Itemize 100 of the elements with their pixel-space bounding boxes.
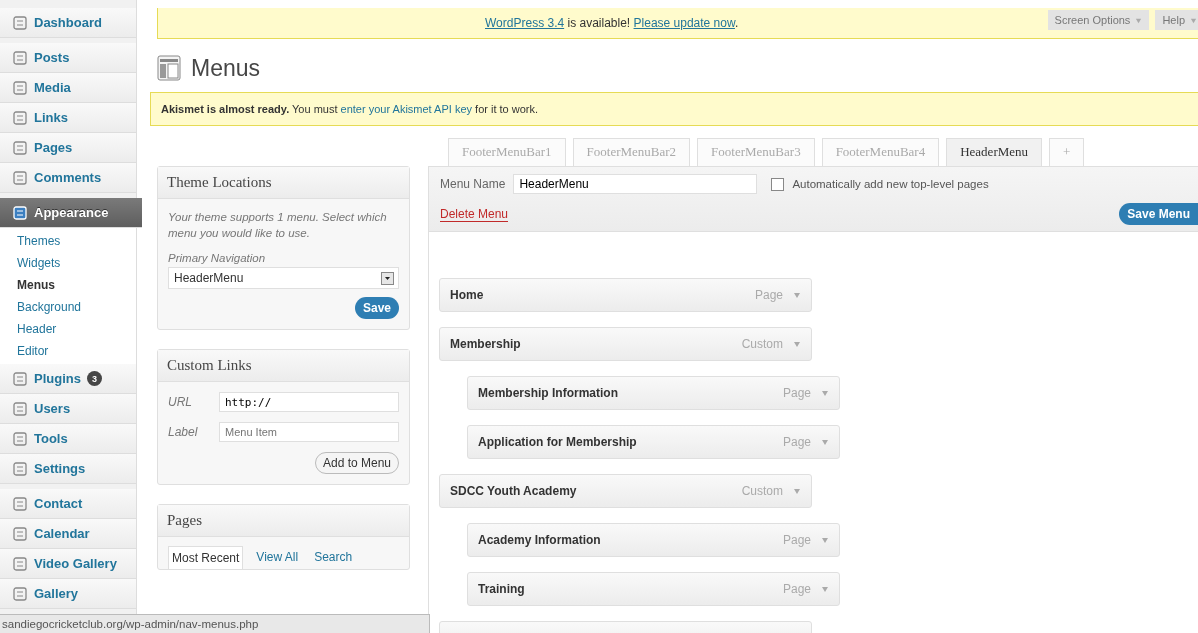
sidebar-item[interactable]: Calendar: [0, 519, 136, 549]
caret-icon[interactable]: [821, 536, 829, 544]
menu-item-bar[interactable]: SDCC Youth Academy Custom: [439, 474, 812, 508]
sidebar-item[interactable]: Tools: [0, 424, 136, 454]
menu-icon: [12, 14, 28, 31]
save-button[interactable]: Save: [354, 297, 399, 319]
menu-item-bar[interactable]: Training Page: [467, 572, 840, 606]
caret-icon[interactable]: [793, 340, 801, 348]
menu-item-bar[interactable]: Home Page: [439, 278, 812, 312]
caret-icon: [1190, 16, 1197, 24]
count-badge: 3: [86, 371, 102, 386]
sidebar-item[interactable]: Users: [0, 394, 136, 424]
menu-icon: [12, 204, 28, 221]
menu-item-title: Membership Information: [478, 386, 619, 400]
panel-title: Pages: [158, 505, 409, 537]
menu-name-field[interactable]: HeaderMenu: [513, 174, 758, 194]
menu-item-bar[interactable]: Application for Membership Page: [467, 425, 840, 459]
caret-icon: [1135, 16, 1143, 24]
menu-icon: [12, 460, 28, 477]
sidebar-item[interactable]: Links: [0, 103, 136, 133]
caret-icon[interactable]: [793, 487, 801, 495]
delete-menu-link[interactable]: Delete Menu: [440, 206, 509, 222]
menu-icon: [12, 525, 28, 542]
panel-tab[interactable]: Search: [311, 546, 356, 569]
menu-icon: [12, 79, 28, 96]
page-title: Menus: [191, 54, 261, 82]
menu-item-bar[interactable]: Academy Information Page: [467, 523, 840, 557]
menu-icon: [12, 555, 28, 572]
menu-icon: [12, 400, 28, 417]
submenu-item[interactable]: Menus: [0, 274, 136, 296]
menu-select[interactable]: HeaderMenu: [168, 267, 399, 289]
menu-icon: [12, 109, 28, 126]
item-type: Page: [782, 435, 811, 449]
screen-meta-tab[interactable]: Screen Options: [1047, 10, 1150, 30]
field-label: Label: [168, 425, 199, 439]
layout-icon: [157, 55, 181, 81]
item-type: Page: [754, 288, 783, 302]
menu-item-title: Membership: [450, 337, 522, 351]
sidebar-item[interactable]: Dashboard: [0, 8, 136, 38]
submenu-item[interactable]: Widgets: [0, 252, 136, 274]
item-type: Page: [782, 582, 811, 596]
notice-text: Akismet is almost ready. You must enter your Akismet API key for it to work.: [161, 103, 539, 115]
dropdown-icon: [381, 271, 394, 285]
item-type: Custom: [741, 484, 783, 498]
submenu-item[interactable]: Header: [0, 318, 136, 340]
sidebar-item[interactable]: Media: [0, 73, 136, 103]
checkbox[interactable]: [771, 177, 785, 191]
caret-icon[interactable]: [821, 389, 829, 397]
add-to-menu-button[interactable]: Add to Menu: [314, 452, 399, 474]
menu-item-title: SDCC Youth Academy: [450, 484, 578, 498]
caret-icon[interactable]: [821, 585, 829, 593]
menu-icon: [12, 49, 28, 66]
item-type: Page: [782, 533, 811, 547]
save-menu-button[interactable]: Save Menu: [1119, 203, 1198, 225]
caret-icon[interactable]: [793, 291, 801, 299]
status-bar: sandiegocricketclub.org/wp-admin/nav-menus.php: [0, 614, 430, 633]
url-field[interactable]: http://: [219, 392, 399, 412]
menu-icon: [12, 495, 28, 512]
menu-item-title: Training: [478, 582, 526, 596]
sidebar-item[interactable]: Posts: [0, 43, 136, 73]
menu-item-title: Academy Information: [478, 533, 602, 547]
menu-icon: [12, 139, 28, 156]
panel-title: Custom Links: [158, 350, 409, 382]
menu-icon: [12, 585, 28, 602]
menu-item-bar[interactable]: Membership Custom: [439, 327, 812, 361]
item-type: Page: [782, 386, 811, 400]
field-label: Primary Navigation: [168, 252, 267, 264]
submenu-item[interactable]: Editor: [0, 340, 136, 362]
update-link[interactable]: Please update now: [633, 16, 735, 30]
menu-icon: [12, 430, 28, 447]
field-label: Menu Name: [440, 177, 506, 191]
notice-text: WordPress 3.4 is available! Please update now.: [485, 16, 739, 30]
menu-item-title: Home: [450, 288, 485, 302]
menu-item-title: Application for Membership: [478, 435, 638, 449]
sidebar-item[interactable]: Pages: [0, 133, 136, 163]
version-link[interactable]: WordPress 3.4: [485, 16, 565, 30]
panel-title: Theme Locations: [158, 167, 409, 199]
field-label: URL: [168, 395, 193, 409]
screen-meta-tab[interactable]: Help: [1155, 10, 1198, 30]
menu-icon: [12, 169, 28, 186]
panel-tab[interactable]: View All: [253, 546, 302, 569]
sidebar-item[interactable]: Comments: [0, 163, 136, 193]
checkbox-label: Automatically add new top-level pages: [792, 178, 989, 190]
submenu-item[interactable]: Themes: [0, 230, 136, 252]
menu-icon: [12, 370, 28, 387]
label-field[interactable]: Menu Item: [219, 422, 399, 442]
sidebar-item[interactable]: Video Gallery: [0, 549, 136, 579]
sidebar-item[interactable]: Gallery: [0, 579, 136, 609]
panel-tab[interactable]: Most Recent: [168, 546, 244, 569]
api-key-link[interactable]: enter your Akismet API key: [340, 103, 472, 115]
caret-icon[interactable]: [821, 438, 829, 446]
menu-item-bar[interactable]: Membership Information Page: [467, 376, 840, 410]
sidebar-item[interactable]: Appearance: [0, 198, 142, 228]
description-text: Your theme supports 1 menu. Select which menu you would like to use.: [168, 210, 388, 241]
sidebar-item[interactable]: Contact: [0, 489, 136, 519]
menu-tab[interactable]: HeaderMenu: [946, 138, 1043, 166]
sidebar-item[interactable]: Plugins 3: [0, 364, 136, 394]
sidebar-item[interactable]: Settings: [0, 454, 136, 484]
submenu-item[interactable]: Background: [0, 296, 136, 318]
item-type: Custom: [741, 337, 783, 351]
